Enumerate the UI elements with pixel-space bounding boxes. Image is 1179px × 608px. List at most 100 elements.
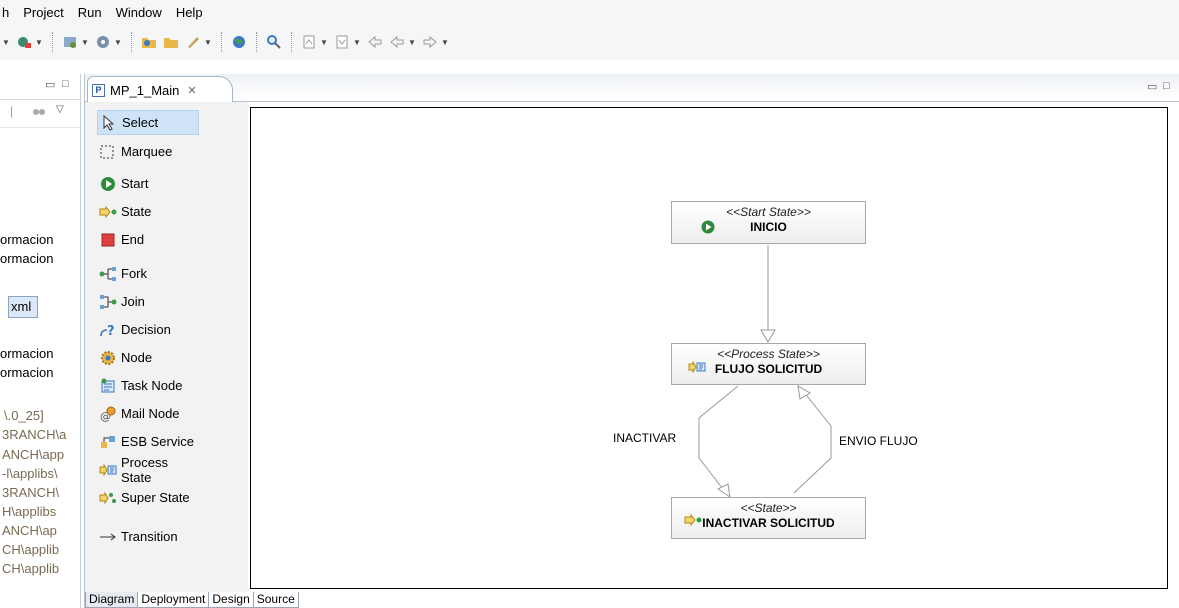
palette-item-fork[interactable]: Fork: [99, 261, 199, 286]
process-state-icon: [99, 461, 117, 479]
palette-item-state[interactable]: State: [99, 199, 199, 224]
maximize-icon[interactable]: □: [62, 78, 69, 90]
dropdown-arrow-icon[interactable]: ▼: [320, 33, 328, 51]
debug-icon[interactable]: [15, 33, 33, 51]
dropdown-arrow-icon[interactable]: ▼: [81, 33, 89, 51]
tree-path-item[interactable]: 3RANCH\: [2, 485, 59, 500]
close-tab-icon[interactable]: ✕: [187, 84, 196, 97]
start-icon: [99, 175, 117, 193]
tree-path-item[interactable]: \.0_25]: [4, 408, 44, 423]
palette-item-label: Marquee: [121, 144, 173, 159]
decision-icon: ?: [99, 321, 117, 339]
start-icon: [701, 220, 715, 237]
dropdown-arrow-icon[interactable]: ▼: [441, 33, 449, 51]
transition-line[interactable]: [793, 390, 832, 494]
esb-service-icon: [99, 433, 117, 451]
menu-search[interactable]: h: [2, 5, 9, 20]
process-state-node[interactable]: <<Process State>> FLUJO SOLICITUD: [671, 343, 866, 385]
tree-item[interactable]: ormacion: [0, 251, 53, 266]
dropdown-arrow-icon[interactable]: ▼: [408, 33, 416, 51]
tree-path-item[interactable]: -l\applibs\: [2, 466, 58, 481]
tree-item-selected[interactable]: xml: [8, 296, 38, 318]
transition-label[interactable]: INACTIVAR: [613, 431, 676, 445]
open-folder-icon[interactable]: [162, 33, 180, 51]
editor-tab-mp-1-main[interactable]: P MP_1_Main ✕: [87, 76, 233, 103]
back-icon[interactable]: [388, 33, 406, 51]
tree-path-item[interactable]: CH\applib: [2, 561, 59, 576]
tree-path-item[interactable]: H\applibs: [2, 504, 56, 519]
diagram-canvas[interactable]: <<Start State>> INICIO <<Process State>>…: [250, 107, 1168, 589]
tree-path-item[interactable]: 3RANCH\a: [2, 427, 66, 442]
dropdown-arrow-icon[interactable]: ▼: [204, 33, 212, 51]
palette-item-process-state[interactable]: Process State: [99, 455, 199, 485]
end-icon: [99, 231, 117, 249]
tree-item[interactable]: ormacion: [0, 346, 53, 361]
state-icon: [99, 203, 117, 221]
palette-item-task-node[interactable]: Task Node: [99, 373, 199, 398]
minimize-icon[interactable]: ▭: [45, 78, 55, 91]
tab-deployment[interactable]: Deployment: [137, 592, 210, 608]
gear-icon: [99, 349, 117, 367]
run-config-icon[interactable]: [94, 33, 112, 51]
menu-bar: h Project Run Window Help: [0, 0, 1179, 24]
search-icon[interactable]: [265, 33, 283, 51]
process-state-icon: [688, 360, 706, 376]
tree-item[interactable]: ormacion: [0, 365, 53, 380]
view-toolbar: | ▽: [0, 100, 80, 128]
menu-window[interactable]: Window: [116, 5, 162, 20]
start-state-node[interactable]: <<Start State>> INICIO: [671, 201, 866, 244]
dropdown-arrow-icon[interactable]: ▼: [35, 33, 43, 51]
palette-item-transition[interactable]: Transition: [99, 524, 199, 549]
tree-item[interactable]: ormacion: [0, 232, 53, 247]
globe-icon[interactable]: [230, 33, 248, 51]
palette-item-label: ESB Service: [121, 434, 194, 449]
menu-run[interactable]: Run: [78, 5, 102, 20]
link-editor-icon[interactable]: [32, 106, 46, 121]
forward-icon[interactable]: [421, 33, 439, 51]
palette-item-node[interactable]: Node: [99, 345, 199, 370]
tab-source[interactable]: Source: [252, 592, 299, 608]
tab-design[interactable]: Design: [208, 592, 254, 608]
menu-project[interactable]: Project: [23, 5, 63, 20]
toolbar-separator: [256, 32, 257, 52]
process-file-icon: P: [92, 83, 105, 97]
main-toolbar: ▼ ▼ ▼ ▼ ▼ ▼ ▼ ▼ ▼: [0, 24, 1179, 60]
palette-item-label: Transition: [121, 529, 178, 544]
palette-item-esb-service[interactable]: ESB Service: [99, 429, 199, 454]
prev-annotation-icon[interactable]: [333, 33, 351, 51]
next-annotation-icon[interactable]: [300, 33, 318, 51]
tab-diagram[interactable]: Diagram: [85, 592, 139, 608]
dropdown-arrow-icon[interactable]: ▼: [2, 33, 10, 51]
last-edit-location-icon[interactable]: [366, 33, 384, 51]
join-icon: [99, 293, 117, 311]
palette-item-super-state[interactable]: Super State: [99, 485, 199, 510]
editor-tab-label: MP_1_Main: [110, 82, 180, 98]
palette-item-join[interactable]: Join: [99, 289, 199, 314]
dropdown-arrow-icon[interactable]: ▼: [353, 33, 361, 51]
process-editor: P MP_1_Main ✕ ▭ □ Select Marquee Start S…: [84, 74, 1179, 608]
palette-item-select[interactable]: Select: [97, 110, 199, 135]
palette-item-mail-node[interactable]: @ Mail Node: [99, 401, 199, 426]
new-server-icon[interactable]: [61, 33, 79, 51]
menu-help[interactable]: Help: [176, 5, 203, 20]
transition-label[interactable]: ENVIO FLUJO: [839, 434, 918, 448]
tree-path-item[interactable]: ANCH\ap: [2, 523, 57, 538]
open-project-icon[interactable]: [140, 33, 158, 51]
tree-path-item[interactable]: CH\applib: [2, 542, 59, 557]
maximize-icon[interactable]: □: [1163, 80, 1170, 92]
view-menu-icon[interactable]: ▽: [56, 104, 64, 115]
tree-path-item[interactable]: ANCH\app: [2, 447, 64, 462]
dropdown-arrow-icon[interactable]: ▼: [114, 33, 122, 51]
state-node[interactable]: <<State>> INACTIVAR SOLICITUD: [671, 497, 866, 539]
palette-item-label: End: [121, 232, 145, 247]
palette-item-decision[interactable]: ? Decision: [99, 317, 199, 342]
transition-line[interactable]: [698, 385, 739, 494]
palette-item-marquee[interactable]: Marquee: [99, 139, 199, 164]
transition-arrowhead: [760, 329, 776, 343]
palette-item-label: Mail Node: [121, 406, 180, 421]
palette-item-end[interactable]: End: [99, 227, 199, 252]
brush-icon[interactable]: [184, 33, 202, 51]
minimize-icon[interactable]: ▭: [1147, 80, 1157, 93]
package-explorer-view: ▭ □ | ▽ ormacion ormacion xml ormacion o…: [0, 74, 81, 608]
palette-item-start[interactable]: Start: [99, 171, 199, 196]
